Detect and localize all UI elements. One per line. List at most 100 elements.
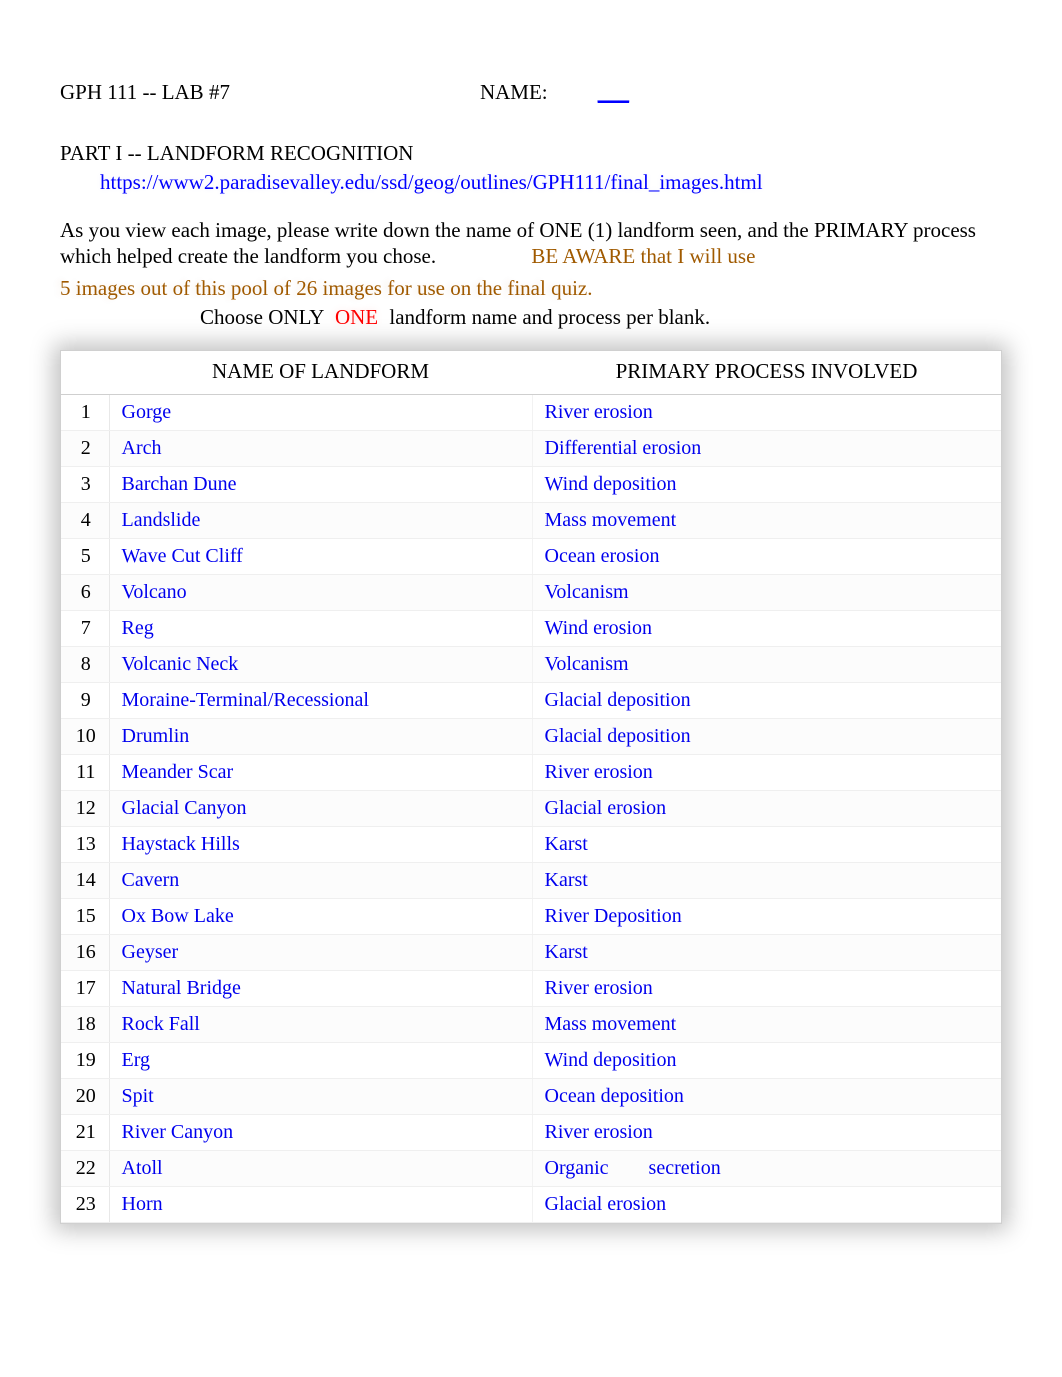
table-row: 4LandslideMass movement (61, 502, 1001, 538)
table-row: 13Haystack HillsKarst (61, 826, 1001, 862)
process-cell[interactable]: Ocean deposition (532, 1078, 1001, 1114)
process-cell[interactable]: Mass movement (532, 1006, 1001, 1042)
process-cell[interactable]: Wind deposition (532, 1042, 1001, 1078)
process-cell[interactable]: Organic secretion (532, 1150, 1001, 1186)
row-number: 9 (61, 682, 109, 718)
part1-title: PART I -- LANDFORM RECOGNITION (60, 141, 1002, 166)
landform-name-cell[interactable]: Haystack Hills (109, 826, 532, 862)
name-input-blank[interactable]: ___ (598, 80, 630, 105)
process-cell[interactable]: Glacial deposition (532, 718, 1001, 754)
warning-text-line2: 5 images out of this pool of 26 images f… (60, 276, 593, 301)
landform-name-cell[interactable]: Drumlin (109, 718, 532, 754)
resource-link[interactable]: https://www2.paradisevalley.edu/ssd/geog… (100, 170, 763, 195)
instructions-text: As you view each image, please write dow… (60, 218, 976, 268)
landform-name-cell[interactable]: Geyser (109, 934, 532, 970)
process-cell[interactable]: Karst (532, 826, 1001, 862)
process-cell[interactable]: Glacial deposition (532, 682, 1001, 718)
process-cell[interactable]: Volcanism (532, 646, 1001, 682)
table-row: 23HornGlacial erosion (61, 1186, 1001, 1222)
table-row: 21River CanyonRiver erosion (61, 1114, 1001, 1150)
process-cell[interactable]: River erosion (532, 1114, 1001, 1150)
choose-prefix: Choose ONLY (200, 305, 324, 329)
process-cell[interactable]: Ocean erosion (532, 538, 1001, 574)
table-header-row: NAME OF LANDFORM PRIMARY PROCESS INVOLVE… (61, 351, 1001, 395)
process-cell[interactable]: Mass movement (532, 502, 1001, 538)
process-cell[interactable]: Glacial erosion (532, 790, 1001, 826)
document-header: GPH 111 -- LAB #7 NAME: ___ (60, 80, 1002, 105)
landform-name-cell[interactable]: Erg (109, 1042, 532, 1078)
table-row: 3Barchan DuneWind deposition (61, 466, 1001, 502)
process-cell[interactable]: River erosion (532, 394, 1001, 430)
row-number: 21 (61, 1114, 109, 1150)
row-number: 20 (61, 1078, 109, 1114)
table-row: 19ErgWind deposition (61, 1042, 1001, 1078)
row-number: 10 (61, 718, 109, 754)
landform-name-cell[interactable]: Landslide (109, 502, 532, 538)
landform-name-cell[interactable]: River Canyon (109, 1114, 532, 1150)
landform-name-cell[interactable]: Glacial Canyon (109, 790, 532, 826)
table-row: 15Ox Bow LakeRiver Deposition (61, 898, 1001, 934)
table-row: 12Glacial CanyonGlacial erosion (61, 790, 1001, 826)
process-cell[interactable]: River erosion (532, 754, 1001, 790)
table-row: 18Rock FallMass movement (61, 1006, 1001, 1042)
table-row: 14CavernKarst (61, 862, 1001, 898)
row-number: 22 (61, 1150, 109, 1186)
table-row: 9Moraine-Terminal/RecessionalGlacial dep… (61, 682, 1001, 718)
row-number: 11 (61, 754, 109, 790)
landform-name-cell[interactable]: Rock Fall (109, 1006, 532, 1042)
row-number: 7 (61, 610, 109, 646)
landform-name-cell[interactable]: Moraine-Terminal/Recessional (109, 682, 532, 718)
landform-name-cell[interactable]: Natural Bridge (109, 970, 532, 1006)
landform-name-cell[interactable]: Volcanic Neck (109, 646, 532, 682)
header-process: PRIMARY PROCESS INVOLVED (532, 351, 1001, 395)
process-cell[interactable]: Karst (532, 862, 1001, 898)
landform-name-cell[interactable]: Cavern (109, 862, 532, 898)
process-cell[interactable]: Glacial erosion (532, 1186, 1001, 1222)
table-row: 8Volcanic NeckVolcanism (61, 646, 1001, 682)
landform-name-cell[interactable]: Ox Bow Lake (109, 898, 532, 934)
process-cell[interactable]: Differential erosion (532, 430, 1001, 466)
row-number: 3 (61, 466, 109, 502)
landform-name-cell[interactable]: Wave Cut Cliff (109, 538, 532, 574)
row-number: 8 (61, 646, 109, 682)
landform-table: NAME OF LANDFORM PRIMARY PROCESS INVOLVE… (61, 351, 1001, 1223)
header-number (61, 351, 109, 395)
table-row: 17Natural BridgeRiver erosion (61, 970, 1001, 1006)
landform-name-cell[interactable]: Reg (109, 610, 532, 646)
course-lab-label: GPH 111 -- LAB #7 (60, 80, 240, 105)
landform-table-container: NAME OF LANDFORM PRIMARY PROCESS INVOLVE… (60, 350, 1002, 1224)
process-cell[interactable]: River Deposition (532, 898, 1001, 934)
warning-text-part1: BE AWARE that I will use (531, 244, 755, 268)
process-cell[interactable]: Wind erosion (532, 610, 1001, 646)
landform-name-cell[interactable]: Spit (109, 1078, 532, 1114)
row-number: 18 (61, 1006, 109, 1042)
row-number: 14 (61, 862, 109, 898)
landform-name-cell[interactable]: Meander Scar (109, 754, 532, 790)
process-cell[interactable]: Karst (532, 934, 1001, 970)
row-number: 4 (61, 502, 109, 538)
landform-name-cell[interactable]: Horn (109, 1186, 532, 1222)
process-cell[interactable]: River erosion (532, 970, 1001, 1006)
row-number: 17 (61, 970, 109, 1006)
table-row: 22AtollOrganic secretion (61, 1150, 1001, 1186)
landform-name-cell[interactable]: Arch (109, 430, 532, 466)
table-row: 7RegWind erosion (61, 610, 1001, 646)
row-number: 6 (61, 574, 109, 610)
landform-name-cell[interactable]: Volcano (109, 574, 532, 610)
landform-name-cell[interactable]: Atoll (109, 1150, 532, 1186)
row-number: 16 (61, 934, 109, 970)
table-row: 10DrumlinGlacial deposition (61, 718, 1001, 754)
landform-name-cell[interactable]: Barchan Dune (109, 466, 532, 502)
table-row: 20SpitOcean deposition (61, 1078, 1001, 1114)
table-row: 16GeyserKarst (61, 934, 1001, 970)
landform-name-cell[interactable]: Gorge (109, 394, 532, 430)
row-number: 13 (61, 826, 109, 862)
header-name: NAME OF LANDFORM (109, 351, 532, 395)
process-cell[interactable]: Wind deposition (532, 466, 1001, 502)
process-cell[interactable]: Volcanism (532, 574, 1001, 610)
row-number: 5 (61, 538, 109, 574)
choose-instruction: Choose ONLY ONE landform name and proces… (200, 305, 1002, 330)
row-number: 12 (61, 790, 109, 826)
table-row: 11Meander ScarRiver erosion (61, 754, 1001, 790)
row-number: 23 (61, 1186, 109, 1222)
